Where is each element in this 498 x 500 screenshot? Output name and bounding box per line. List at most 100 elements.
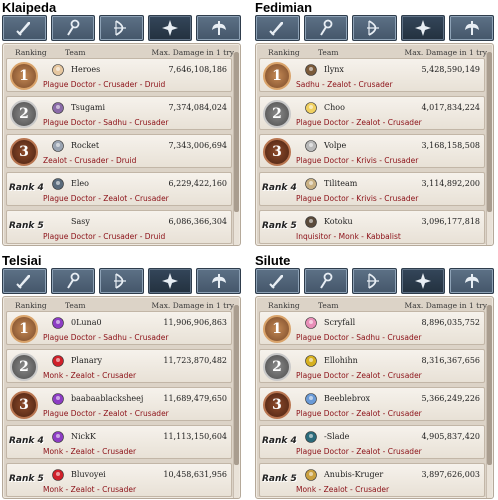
purple-emblem-icon	[51, 101, 65, 115]
team-classes: Plague Doctor - Crusader - Druid	[43, 80, 166, 89]
table-row[interactable]: 2 Tsugami 7,374,084,024 Plague Doctor - Sad…	[6, 96, 232, 130]
header-ranking: Ranking	[15, 301, 47, 310]
table-row[interactable]: 2 Planary 11,723,870,482 Monk - Zealot - Cr…	[6, 349, 232, 383]
team-classes: Plague Doctor - Zealot - Crusader	[43, 194, 169, 203]
scrollbar-thumb[interactable]	[487, 52, 492, 212]
max-damage: 4,017,834,224	[421, 103, 480, 112]
tab-sword[interactable]	[255, 15, 300, 41]
table-row[interactable]: Rank 5 Sasy 6,086,366,304 Plague Doctor - C…	[6, 210, 232, 244]
table-row[interactable]: 2 Ellohihn 8,316,367,656 Plague Doctor - Ze…	[259, 349, 485, 383]
max-damage: 8,896,035,752	[421, 318, 480, 327]
red-runner-icon	[51, 354, 65, 368]
max-damage: 7,374,084,024	[168, 103, 227, 112]
tab-staff[interactable]	[50, 268, 96, 294]
max-damage: 3,168,158,508	[421, 141, 480, 150]
server-panel: Telsiai Ranking Team Max. Damage in 1 try 1 0…	[0, 253, 243, 499]
table-row[interactable]: 3 baabaablacksheej 11,689,479,650 Plague Do…	[6, 387, 232, 421]
team-classes: Plague Doctor - Krivis - Crusader	[296, 156, 419, 165]
tab-cross[interactable]	[400, 15, 446, 41]
tab-bow[interactable]	[352, 268, 397, 294]
scrollbar-thumb[interactable]	[487, 305, 492, 465]
team-name: 0Luna0	[71, 318, 102, 327]
sword-icon	[14, 271, 34, 291]
tab-bow[interactable]	[99, 15, 144, 41]
tab-sword[interactable]	[2, 15, 47, 41]
team-classes: Plague Doctor - Sadhu - Crusader	[296, 333, 422, 342]
table-row[interactable]: Rank 4 -Slade 4,905,837,420 Plague Doctor -…	[259, 425, 485, 459]
team-name: Tiliteam	[324, 179, 358, 188]
table-row[interactable]: 3 Volpe 3,168,158,508 Plague Doctor - Krivi…	[259, 134, 485, 168]
table-row[interactable]: 1 Scryfall 8,896,035,752 Plague Doctor - Sa…	[259, 311, 485, 345]
team-name: Beeblebrox	[324, 394, 371, 403]
tab-wings[interactable]	[196, 268, 241, 294]
team-name: Eleo	[71, 179, 89, 188]
tab-staff[interactable]	[50, 15, 96, 41]
team-classes: Plague Doctor - Crusader - Druid	[43, 232, 166, 241]
max-damage: 6,086,366,304	[168, 217, 227, 226]
team-classes: Monk - Zealot - Crusader	[43, 485, 137, 494]
red-runner-icon	[51, 468, 65, 482]
tab-bow[interactable]	[352, 15, 397, 41]
grey-square-icon	[304, 139, 318, 153]
tab-sword[interactable]	[255, 268, 300, 294]
tab-sword[interactable]	[2, 268, 47, 294]
scrollbar[interactable]	[486, 305, 492, 498]
tab-cross[interactable]	[147, 15, 193, 41]
rank-badge-bronze: 3	[263, 138, 291, 166]
table-row[interactable]: Rank 4 Eleo 6,229,422,160 Plague Doctor - Z…	[6, 172, 232, 206]
purple-runner-icon	[51, 392, 65, 406]
table-row[interactable]: Rank 5 Kotoku 3,096,177,818 Inquisitor - Mo…	[259, 210, 485, 244]
shield-person-icon	[304, 63, 318, 77]
header-team: Team	[65, 301, 86, 310]
tab-wings[interactable]	[196, 15, 241, 41]
bow-icon	[364, 18, 384, 38]
cross-icon	[160, 18, 180, 38]
table-row[interactable]: 1 Heroes 7,646,108,186 Plague Doctor - Crus…	[6, 58, 232, 92]
tab-staff[interactable]	[303, 268, 349, 294]
rank-label: Rank 5	[9, 474, 44, 484]
tab-cross[interactable]	[147, 268, 193, 294]
scrollbar[interactable]	[233, 305, 239, 498]
max-damage: 4,905,837,420	[421, 432, 480, 441]
ranking-board: Ranking Team Max. Damage in 1 try 1 Scryfall…	[255, 296, 494, 499]
team-classes: Plague Doctor - Zealot - Crusader	[296, 371, 422, 380]
tab-wings[interactable]	[449, 15, 494, 41]
scrollbar[interactable]	[486, 52, 492, 245]
rank-label: Rank 4	[9, 436, 44, 446]
sword-icon	[14, 18, 34, 38]
table-row[interactable]: Rank 5 Anubis-Kruger 3,897,626,003 Monk - Z…	[259, 463, 485, 497]
header-damage: Max. Damage in 1 try	[151, 48, 234, 57]
team-classes: Monk - Zealot - Crusader	[296, 485, 390, 494]
tab-cross[interactable]	[400, 268, 446, 294]
table-row[interactable]: Rank 4 Tiliteam 3,114,892,200 Plague Doctor…	[259, 172, 485, 206]
table-row[interactable]: Rank 5 Bluvoyei 10,458,631,956 Monk - Zealo…	[6, 463, 232, 497]
team-classes: Sadhu - Zealot - Crusader	[296, 80, 393, 89]
team-classes: Inquisitor - Monk - Kabbalist	[296, 232, 401, 241]
tab-staff[interactable]	[303, 15, 349, 41]
scrollbar-thumb[interactable]	[234, 305, 239, 465]
scrollbar-thumb[interactable]	[234, 52, 239, 212]
table-row[interactable]: 1 Ilynx 5,428,590,149 Sadhu - Zealot - Crus…	[259, 58, 485, 92]
header-ranking: Ranking	[268, 48, 300, 57]
team-name: -Slade	[324, 432, 350, 441]
class-tabs	[2, 268, 241, 294]
table-row[interactable]: Rank 4 NickK 11,113,150,604 Monk - Zealot -…	[6, 425, 232, 459]
max-damage: 11,689,479,650	[163, 394, 227, 403]
header-team: Team	[318, 48, 339, 57]
header-team: Team	[65, 48, 86, 57]
rank-badge-silver: 2	[263, 353, 291, 381]
sword-icon	[267, 18, 287, 38]
table-row[interactable]: 1 0Luna0 11,906,906,863 Plague Doctor - Sad…	[6, 311, 232, 345]
rank-badge-bronze: 3	[263, 391, 291, 419]
table-row[interactable]: 2 Choo 4,017,834,224 Plague Doctor - Zealot…	[259, 96, 485, 130]
header-ranking: Ranking	[15, 48, 47, 57]
tab-wings[interactable]	[449, 268, 494, 294]
scrollbar[interactable]	[233, 52, 239, 245]
gold-emblem-icon	[304, 468, 318, 482]
staff-icon	[63, 271, 83, 291]
tab-bow[interactable]	[99, 268, 144, 294]
header-damage: Max. Damage in 1 try	[404, 48, 487, 57]
table-row[interactable]: 3 Rocket 7,343,006,694 Zealot - Crusader - …	[6, 134, 232, 168]
ranking-board: Ranking Team Max. Damage in 1 try 1 0Luna0 11…	[2, 296, 241, 499]
table-row[interactable]: 3 Beeblebrox 5,366,249,226 Plague Doctor - …	[259, 387, 485, 421]
